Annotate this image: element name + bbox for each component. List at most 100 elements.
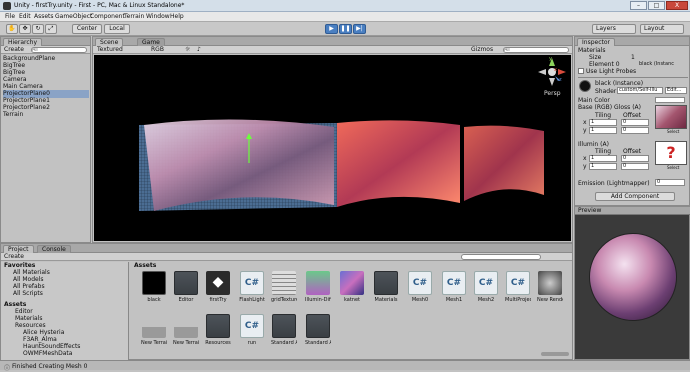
menu-assets[interactable]: Assets [34, 13, 54, 20]
asset-render-texture[interactable]: New Render... [537, 271, 563, 303]
asset-terrain[interactable]: New Terrain [141, 314, 167, 346]
asset-label: Mesh0 [411, 297, 429, 303]
material-preview-sphere[interactable] [589, 233, 677, 321]
add-component-button[interactable]: Add Component [595, 192, 675, 201]
scale-tool-button[interactable]: ⤢ [45, 24, 57, 34]
menu-terrain[interactable]: Terrain [124, 13, 144, 20]
tab-game[interactable]: Game [137, 38, 165, 46]
menu-file[interactable]: File [5, 13, 15, 20]
offset-x-input[interactable]: 0 [621, 119, 649, 126]
inspector-tab-header: Inspector [575, 37, 689, 46]
shader-dropdown[interactable]: custom/Self-Illu [617, 87, 663, 94]
missing-texture-icon[interactable]: ? [655, 141, 687, 165]
scene-toolbar: Textured RGB ☼ ♪ Gizmos [93, 46, 572, 54]
csharp-script-icon: C# [442, 271, 466, 295]
tab-inspector[interactable]: Inspector [577, 38, 615, 46]
asset-shader-illumin[interactable]: Illumin-Diff... [305, 271, 331, 303]
close-button[interactable]: X [666, 1, 688, 10]
materials-label[interactable]: Materials [578, 47, 606, 54]
step-button[interactable]: ▶| [353, 24, 366, 34]
hierarchy-create-button[interactable]: Create [4, 46, 24, 54]
hierarchy-panel: Hierarchy Create BackgroundPlane BigTree… [0, 36, 91, 243]
menu-gameobject[interactable]: GameObject [55, 13, 92, 20]
asset-scene-firsttry[interactable]: ◆ firstTry [205, 271, 231, 303]
tiling-y-input[interactable]: 1 [589, 127, 617, 134]
asset-folder-standard-assets-2[interactable]: Standard A... [305, 314, 331, 346]
shader-edit-button[interactable]: Edit... [665, 87, 687, 94]
preview-header[interactable]: Preview [575, 207, 690, 215]
thumbnail-size-slider[interactable] [541, 352, 569, 356]
color-mode-dropdown[interactable]: RGB [151, 46, 164, 54]
offset-y-input-2[interactable]: 0 [621, 163, 649, 170]
asset-texture-grid[interactable]: gridTexture [271, 271, 297, 303]
hierarchy-item[interactable]: Terrain [3, 111, 89, 119]
tab-hierarchy[interactable]: Hierarchy [3, 38, 43, 46]
offset-y-input[interactable]: 0 [621, 127, 649, 134]
base-texture-thumbnail[interactable] [655, 105, 687, 129]
pivot-local-button[interactable]: Local [104, 24, 130, 34]
base-texture-select-button[interactable]: Select [667, 129, 679, 134]
favorite-item[interactable]: All Scripts [13, 290, 43, 298]
asset-folder-resources[interactable]: Resources [205, 314, 231, 346]
gizmos-dropdown[interactable]: Gizmos [471, 46, 493, 54]
window-title: Unity - firstTry.unity - First - PC, Mac… [14, 2, 185, 9]
render-mode-dropdown[interactable]: Textured [97, 46, 123, 54]
play-button[interactable]: ▶ [325, 24, 338, 34]
tiling-x-input-2[interactable]: 1 [589, 155, 617, 162]
asset-script-run[interactable]: C# run [239, 314, 265, 346]
material-name: black (Instance) [595, 80, 644, 87]
asset-folder-materials[interactable]: Materials [373, 271, 399, 303]
asset-terrain-2[interactable]: New Terrain... [173, 314, 199, 346]
scene-search-input[interactable] [503, 47, 569, 53]
tab-scene[interactable]: Scene [95, 38, 124, 46]
asset-script-flashlight[interactable]: C# FlashLight [239, 271, 265, 303]
lighting-toggle[interactable]: ☼ [185, 46, 190, 54]
project-search-input[interactable] [461, 254, 541, 260]
menu-component[interactable]: Component [90, 13, 125, 20]
main-color-swatch[interactable] [655, 97, 685, 103]
asset-material-black[interactable]: black [141, 271, 167, 303]
light-probes-checkbox[interactable] [578, 68, 584, 74]
menu-window[interactable]: Window [146, 13, 170, 20]
offset-x-input-2[interactable]: 0 [621, 155, 649, 162]
audio-toggle[interactable]: ♪ [197, 46, 201, 54]
project-create-button[interactable]: Create [4, 253, 24, 261]
minimize-button[interactable]: – [630, 1, 647, 10]
rotate-tool-button[interactable]: ↻ [32, 24, 44, 34]
asset-folder-standard-assets[interactable]: Standard A... [271, 314, 297, 346]
layers-dropdown[interactable]: Layers [592, 24, 636, 34]
folder-item[interactable]: OWMFMeshData [23, 350, 72, 358]
tiling-y-input-2[interactable]: 1 [589, 163, 617, 170]
asset-script-multiprojector[interactable]: C# MultiProjec... [505, 271, 531, 303]
illumin-select-button[interactable]: Select [667, 165, 679, 170]
layout-dropdown[interactable]: Layout [640, 24, 684, 34]
menu-edit[interactable]: Edit [19, 13, 31, 20]
asset-texture-katnet[interactable]: katnet [339, 271, 365, 303]
asset-script-mesh2[interactable]: C# Mesh2 [473, 271, 499, 303]
hand-icon: ✋ [8, 25, 16, 32]
projector-plane-2 [464, 125, 544, 201]
hierarchy-search-input[interactable] [31, 47, 87, 53]
maximize-button[interactable]: □ [648, 1, 665, 10]
tab-project[interactable]: Project [3, 245, 34, 253]
scene-orientation-gizmo[interactable] [534, 55, 570, 89]
asset-folder-editor[interactable]: Editor [173, 271, 199, 303]
assets-breadcrumb[interactable]: Assets [131, 262, 572, 270]
asset-script-mesh0[interactable]: C# Mesh0 [407, 271, 433, 303]
size-value[interactable]: 1 [631, 54, 635, 61]
tab-console[interactable]: Console [37, 245, 71, 253]
tiling-x-input[interactable]: 1 [589, 119, 617, 126]
scene-viewport[interactable]: x y z Persp [94, 55, 571, 241]
perspective-label[interactable]: Persp [544, 90, 561, 97]
inspector-panel: Inspector Materials Size 1 Element 0 bla… [574, 36, 690, 206]
hand-tool-button[interactable]: ✋ [6, 24, 18, 34]
pause-button[interactable]: ❚❚ [339, 24, 352, 34]
move-tool-button[interactable]: ✥ [19, 24, 31, 34]
asset-script-mesh1[interactable]: C# Mesh1 [441, 271, 467, 303]
element-value[interactable]: black (Instanc [639, 61, 674, 67]
menu-help[interactable]: Help [170, 13, 184, 20]
asset-label: Standard A... [271, 340, 297, 346]
pivot-center-button[interactable]: Center [72, 24, 102, 34]
emission-input[interactable]: 0 [655, 179, 685, 186]
status-text[interactable]: Finished Creating Mesh 0 [12, 363, 87, 370]
